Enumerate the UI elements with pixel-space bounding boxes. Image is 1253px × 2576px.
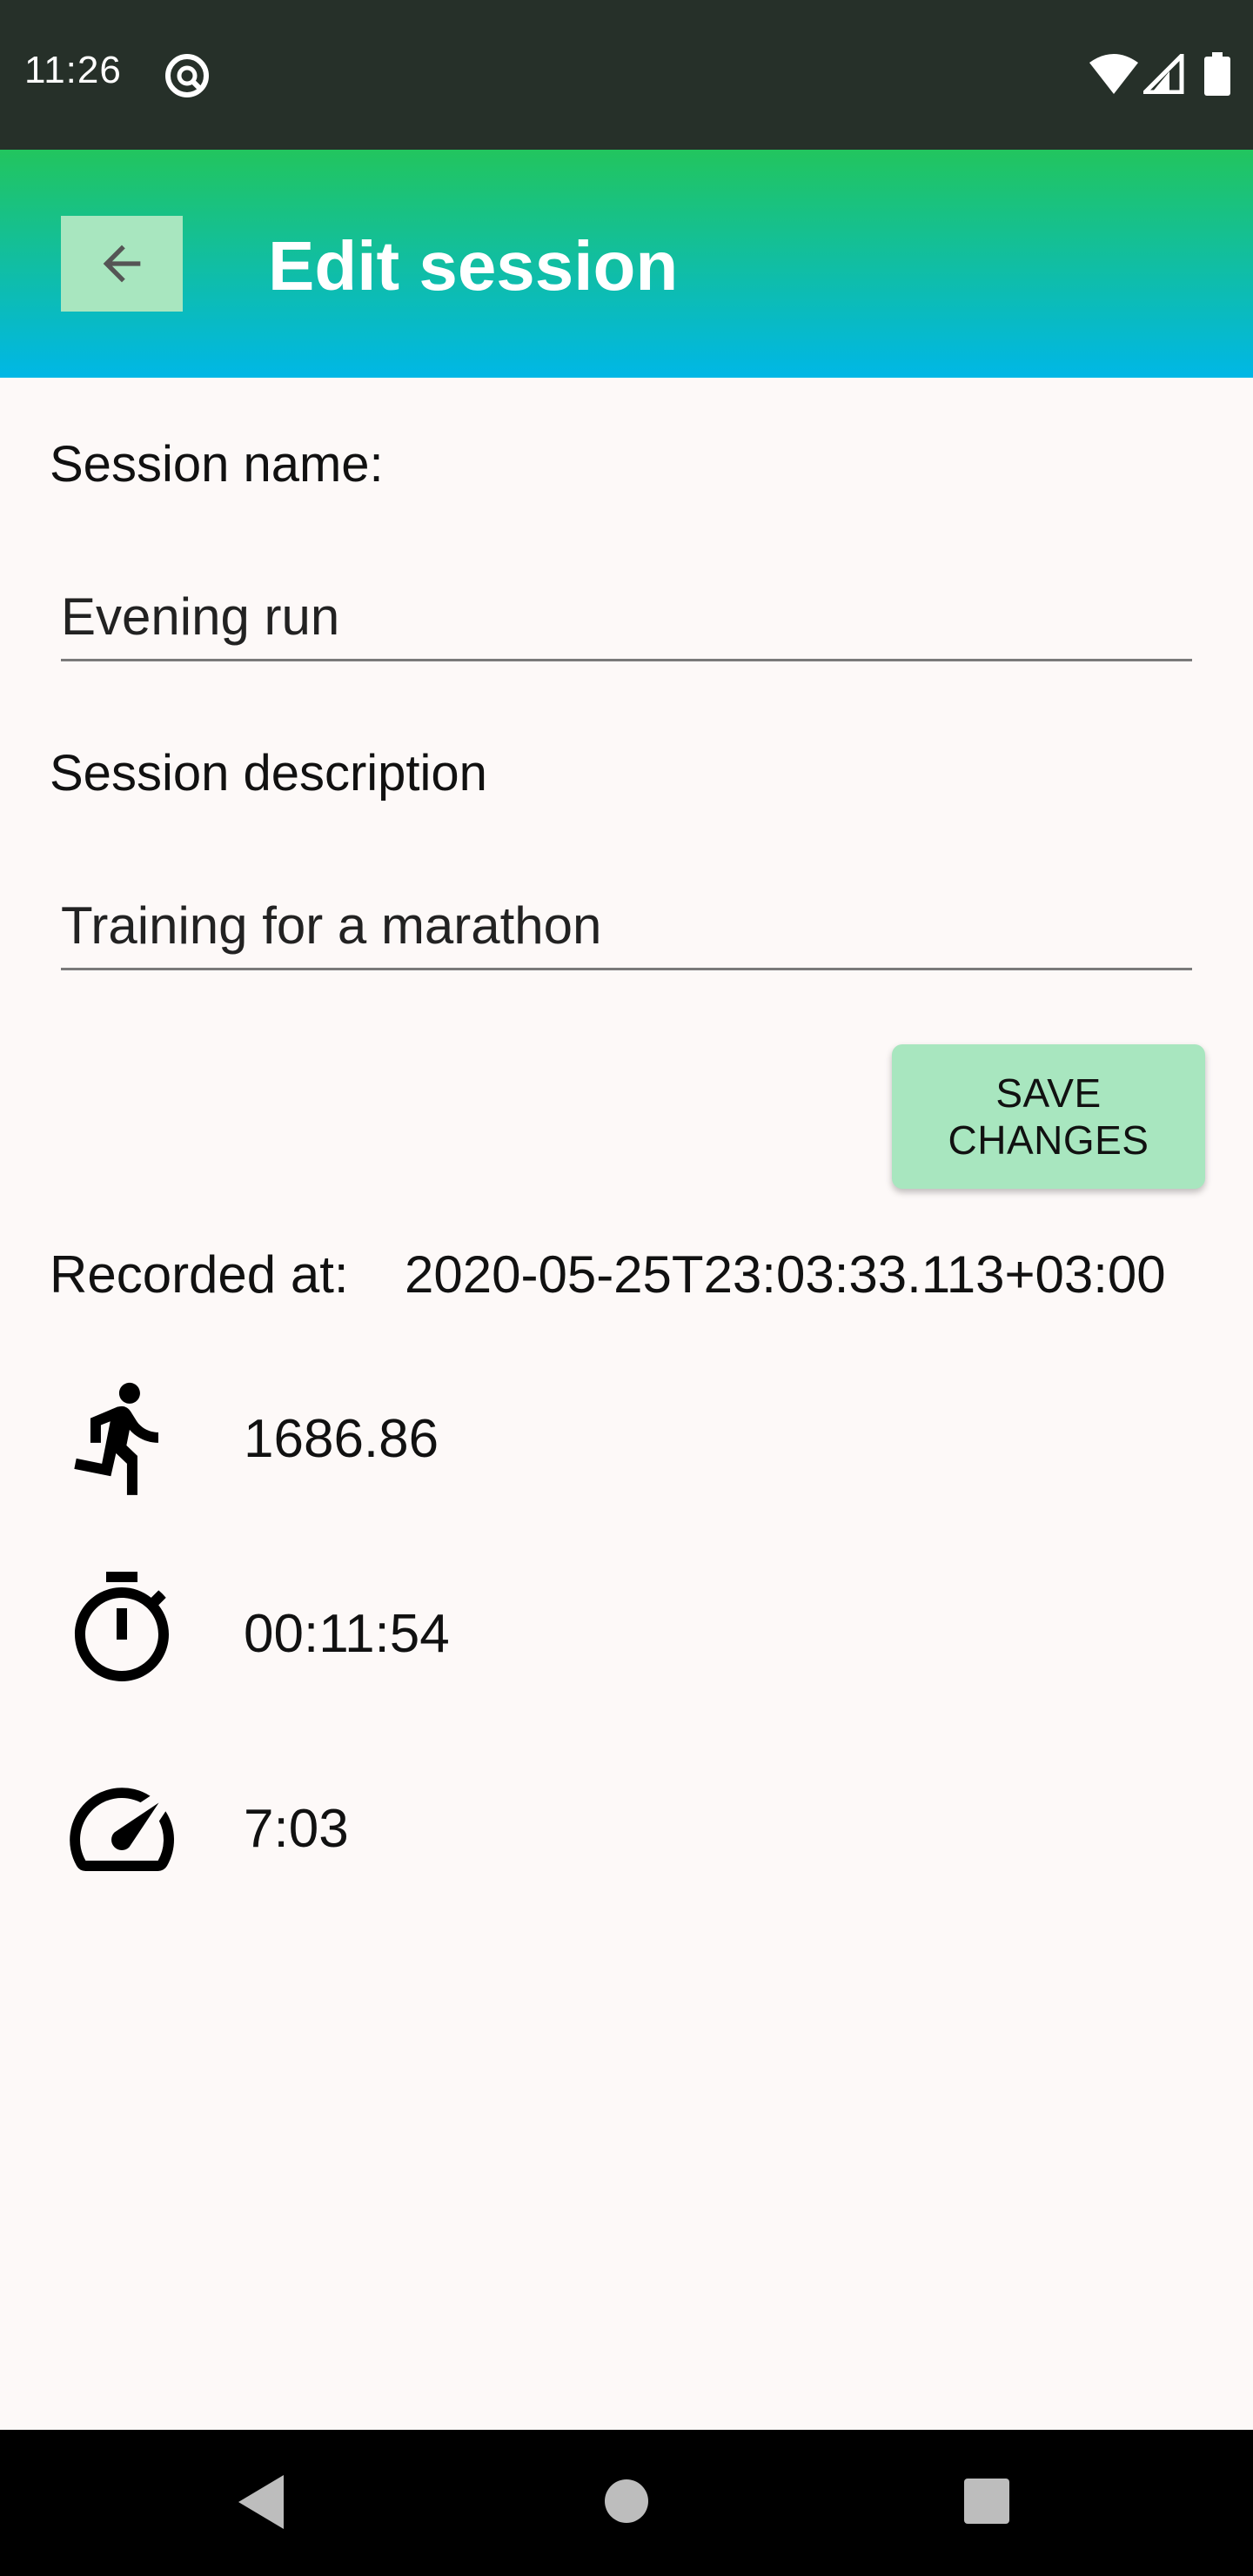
nav-recents-icon[interactable]	[964, 2479, 1009, 2524]
session-description-label: Session description	[50, 745, 487, 802]
stopwatch-icon	[75, 1572, 169, 1681]
nav-home-icon[interactable]	[603, 2478, 650, 2525]
battery-icon	[1204, 52, 1230, 96]
wifi-icon	[1089, 54, 1138, 94]
status-time: 11:26	[24, 49, 122, 91]
recorded-row: Recorded at: 2020-05-25T23:03:33.113+03:…	[50, 1244, 1166, 1305]
back-button[interactable]	[61, 216, 183, 312]
page-title: Edit session	[268, 227, 679, 305]
duration-value: 00:11:54	[244, 1604, 450, 1664]
status-bar: 11:26	[0, 0, 1253, 150]
session-name-label: Session name:	[50, 436, 384, 493]
app-notification-icon	[165, 54, 209, 97]
system-navigation-bar	[0, 2430, 1253, 2576]
pace-value: 7:03	[244, 1799, 349, 1859]
nav-back-icon[interactable]	[235, 2472, 287, 2532]
speedometer-icon	[70, 1788, 174, 1871]
arrow-back-icon	[103, 245, 141, 283]
save-changes-button[interactable]: SAVE CHANGES	[892, 1044, 1205, 1189]
session-description-input[interactable]	[61, 883, 1192, 970]
distance-value: 1686.86	[244, 1409, 439, 1469]
recorded-label: Recorded at:	[50, 1245, 349, 1304]
recorded-value: 2020-05-25T23:03:33.113+03:00	[405, 1245, 1166, 1304]
session-name-input[interactable]	[61, 574, 1192, 661]
running-icon	[74, 1382, 158, 1495]
cell-signal-icon	[1143, 54, 1184, 94]
app-bar: Edit session	[0, 150, 1253, 378]
